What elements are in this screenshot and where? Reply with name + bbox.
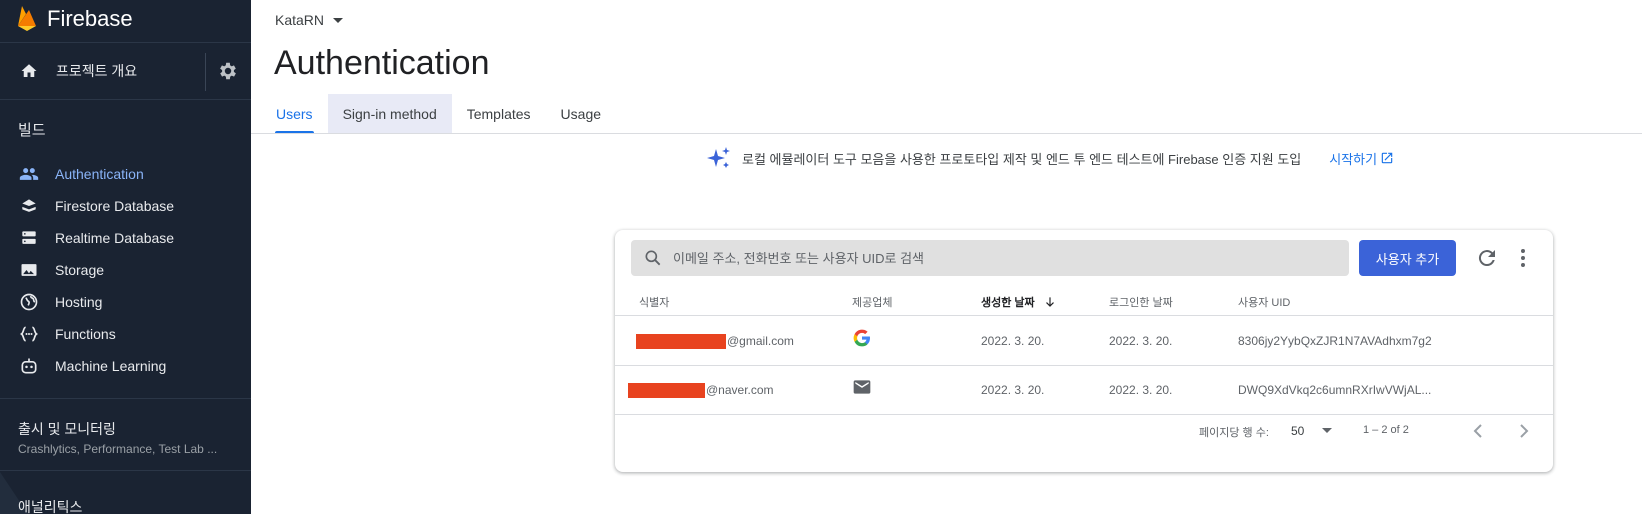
- users-card: 사용자 추가 식별자 제공업체 생성한 날짜 로그인한 날짜 사용자 UID @…: [615, 230, 1553, 472]
- banner-text: 로컬 에뮬레이터 도구 모음을 사용한 프로토타입 제작 및 엔드 투 엔드 테…: [742, 151, 1302, 167]
- caret-down-icon[interactable]: [1322, 428, 1332, 433]
- sidebar-item-label: Functions: [55, 326, 116, 342]
- open-in-new-icon: [1381, 152, 1393, 164]
- tab-divider: [251, 133, 1642, 134]
- more-vert-icon[interactable]: [1511, 246, 1535, 270]
- uid-cell: 8306jy2YybQxZJR1N7AVAdhxm7g2: [1238, 334, 1432, 348]
- column-identifier[interactable]: 식별자: [639, 294, 669, 310]
- table-header: 식별자 제공업체 생성한 날짜 로그인한 날짜 사용자 UID: [615, 286, 1553, 316]
- functions-icon: [18, 323, 40, 345]
- project-overview-label: 프로젝트 개요: [56, 63, 138, 79]
- banner-link-label: 시작하기: [1329, 151, 1378, 167]
- uid-cell: DWQ9XdVkq2c6umnRXrIwVWjAL...: [1238, 383, 1432, 397]
- project-name: KataRN: [275, 12, 325, 28]
- image-icon: [18, 259, 40, 281]
- add-user-button[interactable]: 사용자 추가: [1359, 240, 1456, 276]
- chevron-left-icon[interactable]: [1466, 419, 1490, 443]
- main-content: KataRN Authentication Users Sign-in meth…: [251, 0, 1642, 514]
- identifier-text: @naver.com: [706, 383, 774, 397]
- created-cell: 2022. 3. 20.: [981, 383, 1045, 397]
- email-icon: [853, 380, 871, 394]
- sidebar-item-hosting[interactable]: Hosting: [0, 286, 251, 318]
- refresh-icon[interactable]: [1475, 246, 1499, 270]
- sidebar-divider: [0, 398, 251, 399]
- pagination-range: 1 – 2 of 2: [1363, 424, 1409, 436]
- sidebar-item-realtime-database[interactable]: Realtime Database: [0, 222, 251, 254]
- sidebar: Firebase 프로젝트 개요 빌드 Authentication Fires…: [0, 0, 251, 514]
- identifier-cell: @naver.com: [628, 383, 774, 399]
- signed-in-cell: 2022. 3. 20.: [1109, 334, 1173, 348]
- sidebar-item-label: Storage: [55, 262, 105, 278]
- sidebar-item-functions[interactable]: Functions: [0, 318, 251, 350]
- overview-divider: [205, 53, 206, 91]
- pagination-footer: 페이지당 행 수: 50 1 – 2 of 2: [615, 415, 1553, 455]
- globe-icon: [18, 291, 40, 313]
- sidebar-nav: Authentication Firestore Database Realti…: [0, 158, 251, 382]
- column-uid[interactable]: 사용자 UID: [1238, 294, 1290, 310]
- release-section-subtitle: Crashlytics, Performance, Test Lab ...: [18, 442, 218, 456]
- sidebar-divider: [0, 470, 251, 471]
- sidebar-item-label: Realtime Database: [55, 230, 175, 246]
- sidebar-item-label: Machine Learning: [55, 358, 167, 374]
- robot-icon: [18, 355, 40, 377]
- tab-usage[interactable]: Usage: [546, 94, 616, 134]
- sidebar-item-storage[interactable]: Storage: [0, 254, 251, 286]
- brand[interactable]: Firebase: [0, 0, 251, 43]
- sidebar-item-label: Hosting: [55, 294, 103, 310]
- search-input[interactable]: [673, 250, 1313, 266]
- redaction-bar: [636, 334, 726, 350]
- rows-per-page-label: 페이지당 행 수:: [1199, 427, 1269, 439]
- rows-per-page-select[interactable]: 50: [1291, 424, 1304, 438]
- column-signed-in[interactable]: 로그인한 날짜: [1109, 294, 1173, 310]
- column-created[interactable]: 생성한 날짜: [981, 294, 1057, 310]
- analytics-section-title[interactable]: 애널리틱스: [18, 497, 82, 514]
- tab-templates[interactable]: Templates: [452, 94, 546, 134]
- sidebar-item-label: Authentication: [55, 166, 144, 182]
- tab-sign-in-method[interactable]: Sign-in method: [327, 94, 452, 134]
- arrow-down-icon: [1045, 297, 1054, 307]
- column-provider[interactable]: 제공업체: [852, 294, 892, 310]
- search-box[interactable]: [631, 240, 1349, 276]
- page-title: Authentication: [274, 44, 490, 82]
- sidebar-item-authentication[interactable]: Authentication: [0, 158, 251, 190]
- redaction-bar: [628, 383, 705, 399]
- home-icon: [18, 60, 40, 82]
- identifier-text: @gmail.com: [727, 334, 794, 348]
- column-created-label: 생성한 날짜: [981, 297, 1035, 309]
- sparkle-icon: [707, 147, 730, 168]
- people-icon: [18, 163, 40, 185]
- build-section-title: 빌드: [18, 122, 46, 139]
- sidebar-item-label: Firestore Database: [55, 198, 175, 214]
- database-icon: [18, 227, 40, 249]
- sidebar-item-firestore[interactable]: Firestore Database: [0, 190, 251, 222]
- tab-bar: Users Sign-in method Templates Usage: [261, 94, 616, 134]
- search-icon: [645, 250, 661, 266]
- identifier-cell: @gmail.com: [636, 334, 794, 350]
- table-row[interactable]: @gmail.com 2022. 3. 20. 2022. 3. 20. 830…: [615, 317, 1553, 366]
- gear-icon[interactable]: [217, 60, 239, 82]
- release-section-title[interactable]: 출시 및 모니터링: [18, 419, 116, 439]
- signed-in-cell: 2022. 3. 20.: [1109, 383, 1173, 397]
- project-overview[interactable]: 프로젝트 개요: [0, 43, 251, 100]
- google-icon: [853, 329, 870, 347]
- firebase-logo-icon: [18, 6, 36, 31]
- firestore-icon: [18, 195, 40, 217]
- project-selector[interactable]: KataRN: [275, 12, 344, 28]
- chevron-down-icon: [333, 17, 344, 23]
- created-cell: 2022. 3. 20.: [981, 334, 1045, 348]
- table-row[interactable]: @naver.com 2022. 3. 20. 2022. 3. 20. DWQ…: [615, 366, 1553, 415]
- sidebar-item-machine-learning[interactable]: Machine Learning: [0, 350, 251, 382]
- chevron-right-icon[interactable]: [1512, 419, 1536, 443]
- tab-users[interactable]: Users: [261, 94, 328, 134]
- banner-get-started-link[interactable]: 시작하기: [1329, 149, 1394, 168]
- emulator-banner: 로컬 에뮬레이터 도구 모음을 사용한 프로토타입 제작 및 엔드 투 엔드 테…: [706, 145, 1394, 171]
- brand-name: Firebase: [47, 6, 133, 31]
